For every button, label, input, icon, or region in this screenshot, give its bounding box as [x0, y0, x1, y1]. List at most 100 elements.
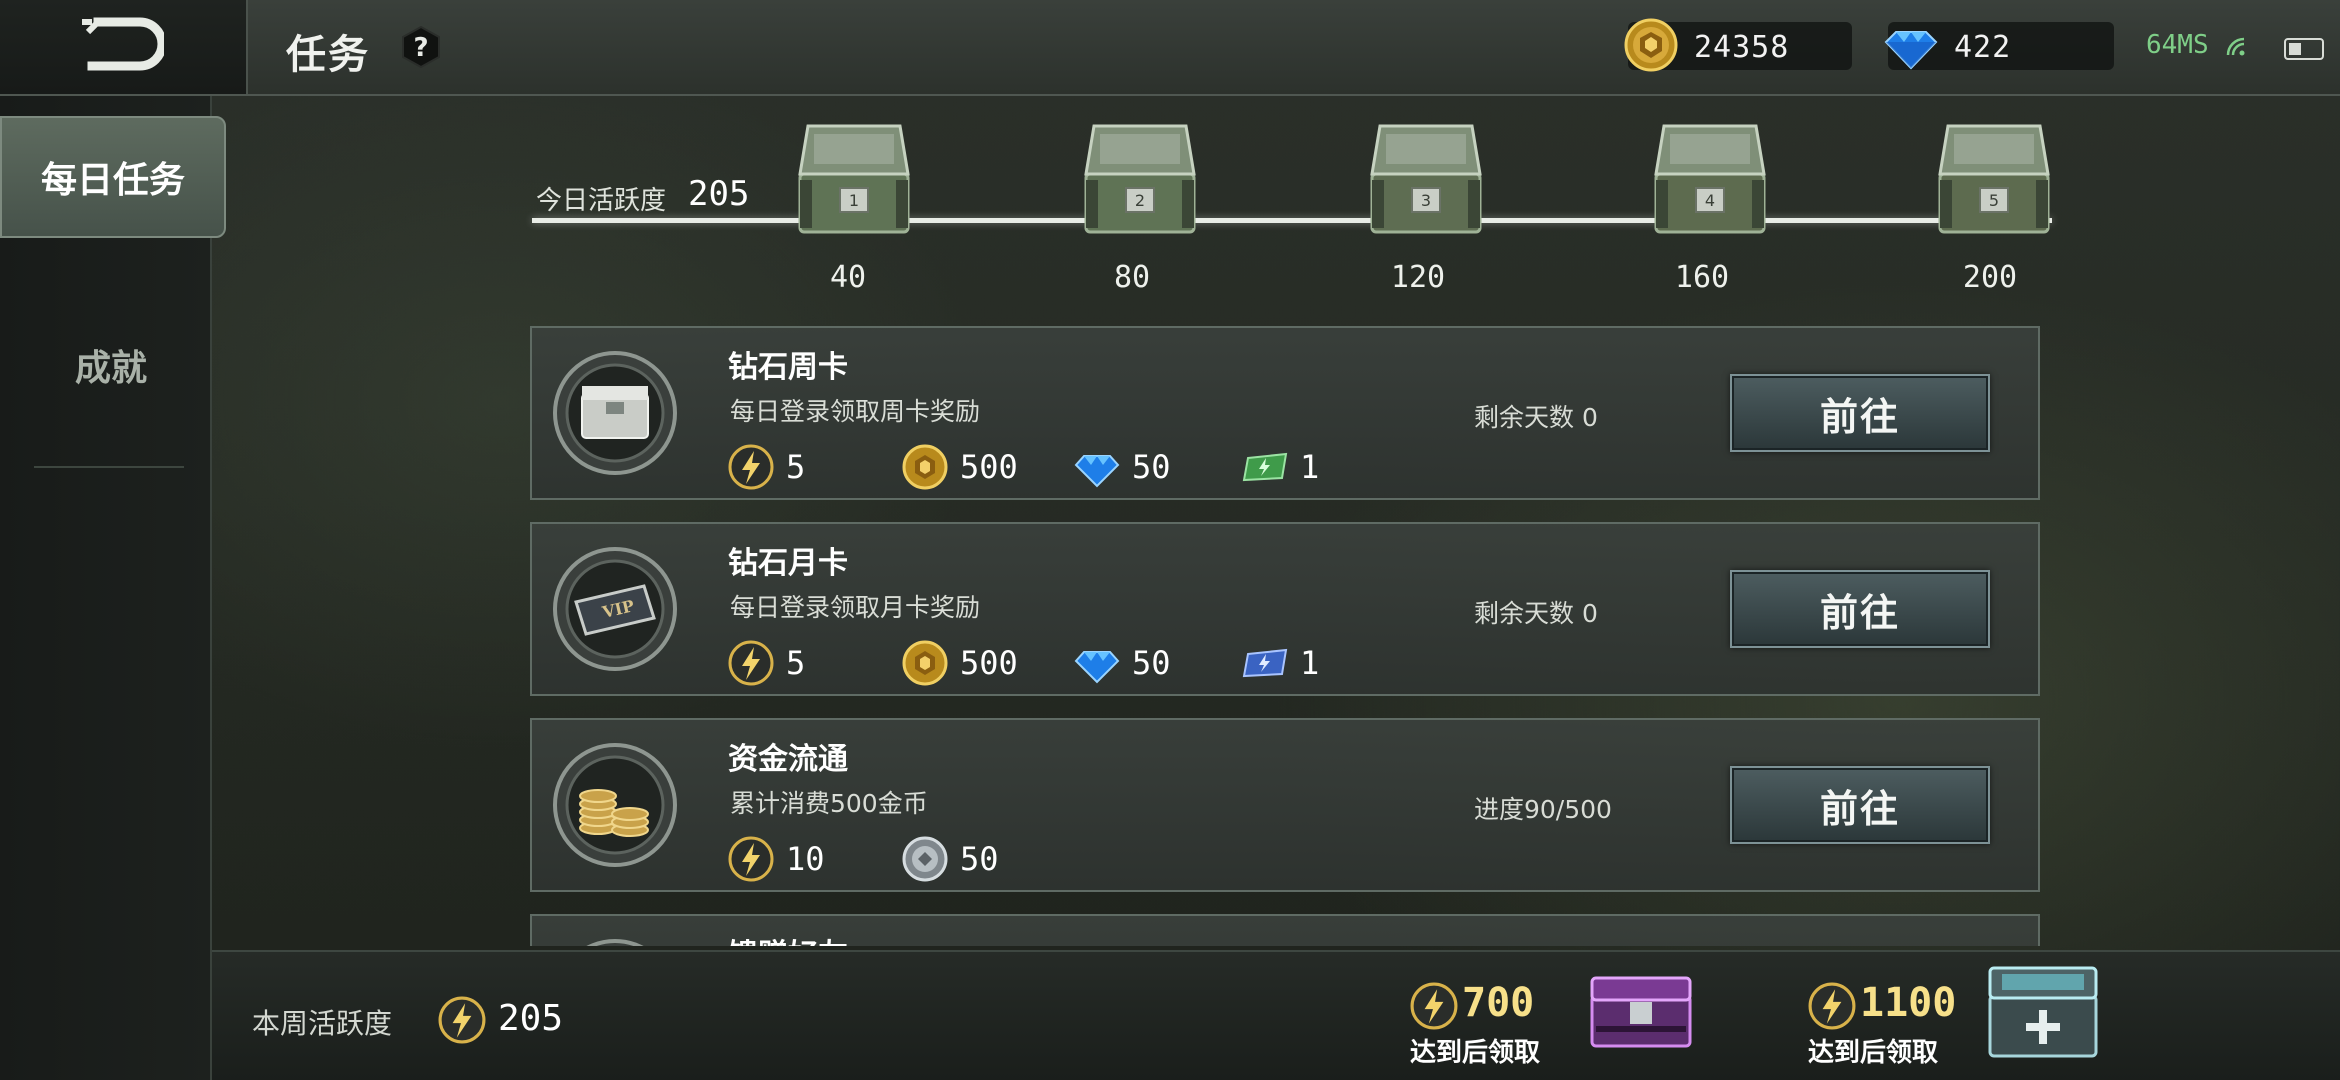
purple-chest-icon [1590, 976, 1692, 1048]
goal-label: 达到后领取 [1808, 1038, 1939, 1068]
back-arrow-icon [82, 17, 164, 71]
task-description: 累计消费500金币 [730, 789, 928, 818]
task-card: 钻石周卡 每日登录领取周卡奖励 5 500 50 1 剩余天数 0 前往 [530, 326, 2040, 500]
supply-crate-medal-icon [553, 351, 677, 475]
weekly-activity-bar: 本周活跃度 205 700 达到后领取 1100 达到后领取 [212, 950, 2340, 1080]
back-button[interactable] [0, 0, 248, 94]
diamond-icon [1884, 31, 1938, 70]
green-ticket-icon [1242, 452, 1288, 482]
activity-bolt-icon [438, 996, 486, 1044]
activity-bolt-icon [1410, 982, 1458, 1030]
reward-diamond: 50 [1074, 444, 1171, 490]
milestone-chest-icon[interactable]: 1 [786, 116, 922, 246]
activity-progress-bar [532, 218, 2052, 223]
task-title: 钻石月卡 [728, 546, 848, 581]
milestone-chest-icon[interactable]: 2 [1072, 116, 1208, 246]
reward-value: 5 [786, 448, 806, 486]
task-title: 资金流通 [728, 742, 848, 777]
diamond-icon [1074, 455, 1120, 488]
reward-value: 1 [1300, 448, 1320, 486]
reward-value: 5 [786, 644, 806, 682]
milestone-chest-icon[interactable]: 4 [1642, 116, 1778, 246]
reward-gold: 500 [902, 640, 1018, 686]
milestone-value: 40 [829, 260, 867, 295]
reward-value: 500 [960, 644, 1018, 682]
activity-bolt-icon [728, 836, 774, 882]
reward-value: 50 [1132, 448, 1171, 486]
gold-coin-icon [1624, 18, 1678, 72]
reward-activity: 5 [728, 640, 805, 686]
diamond-currency: 422 [1884, 22, 2114, 70]
gold-amount: 24358 [1694, 30, 1790, 65]
ping-value: 64MS [2146, 30, 2209, 60]
task-list[interactable]: 钻石周卡 每日登录领取周卡奖励 5 500 50 1 剩余天数 0 前往 VIP… [530, 326, 2040, 946]
weekly-activity-label: 本周活跃度 [252, 1007, 393, 1040]
chest-number: 1 [849, 191, 859, 210]
sidebar-divider [34, 466, 184, 468]
top-bar: 任务 ? 24358 422 64MS [0, 0, 2340, 96]
task-title: 馈赠好友 [728, 930, 848, 946]
reward-value: 50 [1132, 644, 1171, 682]
signal-icon [2227, 37, 2245, 55]
activity-bolt-icon [1808, 982, 1856, 1030]
goal-value: 700 [1462, 980, 1535, 1026]
task-status: 剩余天数 0 [1474, 599, 1598, 628]
chest-number: 4 [1705, 191, 1715, 210]
sidebar-item-achievements[interactable]: 成就 [0, 306, 222, 424]
task-card: 资金流通 累计消费500金币 10 50 进度90/500 前往 [530, 718, 2040, 892]
teal-chest-icon [1988, 966, 2098, 1058]
gold-coin-icon [902, 640, 948, 686]
reward-silver: 50 [902, 836, 999, 882]
task-status: 进度90/500 [1474, 795, 1612, 824]
milestone-chest-icon[interactable]: 5 [1926, 116, 2062, 246]
blue-ticket-icon [1242, 648, 1288, 678]
sidebar: 每日任务 成就 [0, 96, 226, 1080]
goal-value: 1100 [1860, 980, 1957, 1026]
weekly-activity-value: 205 [498, 998, 564, 1039]
weekly-reward-1100[interactable]: 1100 达到后领取 [1808, 952, 2108, 1080]
ping-indicator: 64MS [2146, 30, 2246, 60]
page-title: 任务 [286, 32, 370, 78]
go-button[interactable]: 前往 [1730, 570, 1990, 648]
reward-ticket: 1 [1242, 444, 1319, 490]
activity-value: 205 [688, 174, 750, 214]
milestone-value: 160 [1674, 260, 1730, 295]
diamond-amount: 422 [1954, 30, 2012, 65]
weekly-reward-700[interactable]: 700 达到后领取 [1410, 952, 1692, 1080]
help-icon[interactable]: ? [400, 26, 442, 68]
chest-number: 2 [1135, 191, 1145, 210]
reward-diamond: 50 [1074, 640, 1171, 686]
milestone-value: 120 [1390, 260, 1446, 295]
go-button[interactable]: 前往 [1730, 766, 1990, 844]
milestone-value: 80 [1113, 260, 1151, 295]
task-status: 剩余天数 0 [1474, 403, 1598, 432]
milestone-value: 200 [1962, 260, 2018, 295]
gold-coin-icon [902, 444, 948, 490]
go-button[interactable]: 前往 [1730, 374, 1990, 452]
activity-bolt-icon [728, 444, 774, 490]
reward-activity: 5 [728, 444, 805, 490]
diamond-icon [1074, 651, 1120, 684]
task-description: 每日登录领取月卡奖励 [730, 593, 981, 622]
vip-card-medal-icon: VIP [553, 547, 677, 671]
reward-ticket: 1 [1242, 640, 1319, 686]
chest-number: 5 [1989, 191, 1999, 210]
reward-activity: 10 [728, 836, 825, 882]
activity-bolt-icon [728, 640, 774, 686]
activity-label: 今日活跃度 [536, 186, 667, 216]
milestone-chest-icon[interactable]: 3 [1358, 116, 1494, 246]
reward-value: 10 [786, 840, 825, 878]
reward-gold: 500 [902, 444, 1018, 490]
silver-coin-icon [902, 836, 948, 882]
sidebar-item-daily-tasks[interactable]: 每日任务 [0, 116, 226, 238]
coin-stack-medal-icon [553, 743, 677, 867]
reward-value: 1 [1300, 644, 1320, 682]
task-card: 馈赠好友 [530, 914, 2040, 946]
goal-label: 达到后领取 [1410, 1038, 1541, 1068]
gold-currency: 24358 [1624, 18, 1852, 72]
reward-value: 500 [960, 448, 1018, 486]
task-title: 钻石周卡 [728, 350, 848, 385]
gift-medal-icon [586, 939, 644, 946]
task-card: VIP 钻石月卡 每日登录领取月卡奖励 5 500 50 1 剩余天数 0 前往 [530, 522, 2040, 696]
chest-number: 3 [1421, 191, 1431, 210]
